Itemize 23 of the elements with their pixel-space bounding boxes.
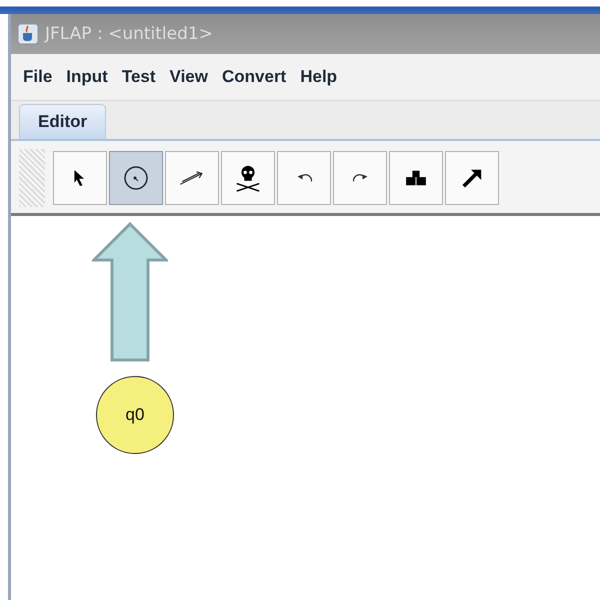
undo-icon [296, 174, 312, 182]
tool-button[interactable] [445, 151, 499, 205]
menu-item[interactable]: File [23, 67, 52, 87]
circle-icon [123, 165, 149, 191]
blocks-icon [404, 169, 428, 187]
tab[interactable]: Editor [19, 104, 106, 139]
toolbar-grip[interactable] [19, 149, 45, 207]
tool-button[interactable] [53, 151, 107, 205]
menu-item[interactable]: View [170, 67, 208, 87]
window-title: JFLAP : <untitled1> [45, 24, 213, 44]
tool-button[interactable] [109, 151, 163, 205]
menu-item[interactable]: Convert [222, 67, 286, 87]
state-node[interactable]: q0 [96, 376, 174, 454]
editor-canvas[interactable]: q0 [11, 216, 600, 600]
tool-button[interactable] [389, 151, 443, 205]
menu-item[interactable]: Input [66, 67, 108, 87]
menu-item[interactable]: Test [122, 67, 156, 87]
menu-item[interactable]: Help [300, 67, 338, 87]
diagonal-arrow-icon [461, 167, 483, 189]
cup-icon [17, 23, 39, 45]
redo-icon [352, 174, 368, 182]
tool-button[interactable] [221, 151, 275, 205]
skull-icon [234, 164, 262, 192]
